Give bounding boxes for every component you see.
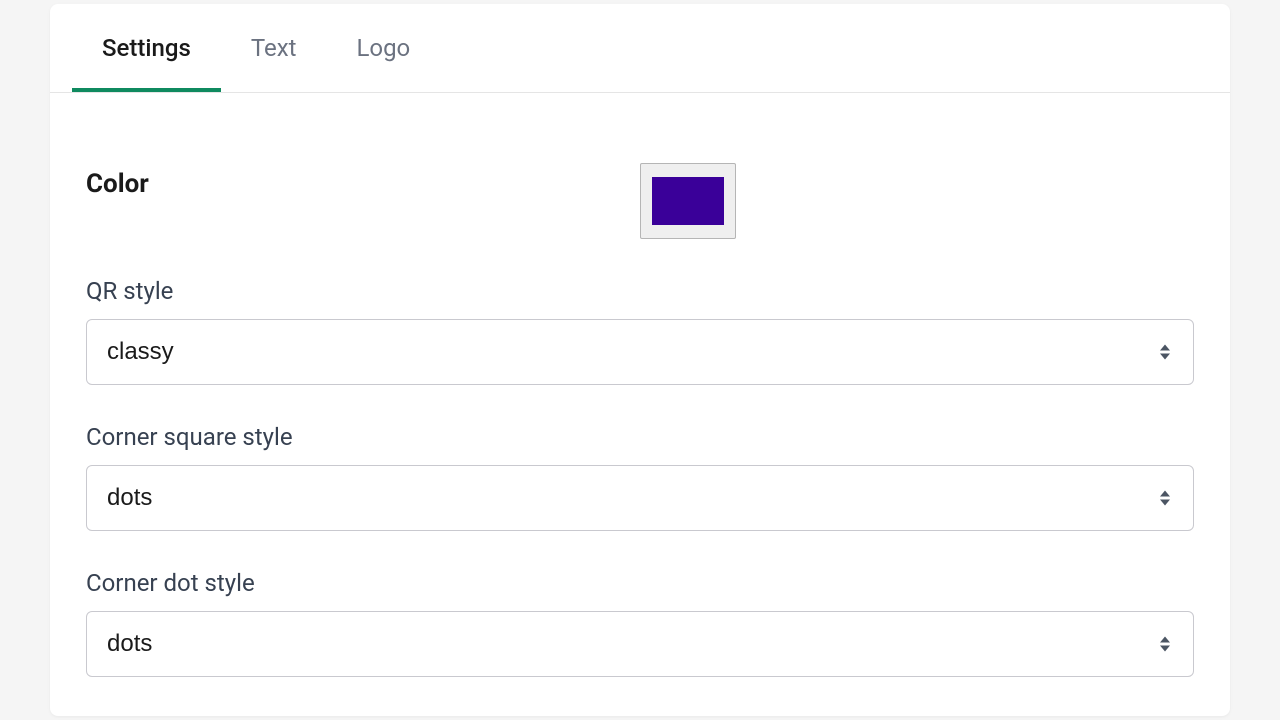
tab-logo[interactable]: Logo [326, 4, 440, 92]
color-row: Color [86, 163, 1194, 239]
settings-card: Settings Text Logo Color QR style classy [50, 4, 1230, 716]
corner-square-style-select[interactable]: dots [86, 465, 1194, 531]
corner-square-style-select-wrap: dots [86, 465, 1194, 531]
qr-style-select[interactable]: classy [86, 319, 1194, 385]
tab-settings[interactable]: Settings [72, 4, 221, 92]
tab-text[interactable]: Text [221, 4, 327, 92]
form-content: Color QR style classy Corner square styl… [50, 163, 1230, 707]
corner-square-style-field: Corner square style dots [86, 423, 1194, 531]
corner-dot-style-label: Corner dot style [86, 569, 1194, 597]
tabs: Settings Text Logo [50, 4, 1230, 93]
qr-style-select-wrap: classy [86, 319, 1194, 385]
corner-dot-style-select[interactable]: dots [86, 611, 1194, 677]
qr-style-label: QR style [86, 277, 1194, 305]
color-swatch-value [652, 177, 724, 225]
color-swatch-container [640, 163, 1194, 239]
corner-dot-style-field: Corner dot style dots [86, 569, 1194, 677]
qr-style-field: QR style classy [86, 277, 1194, 385]
color-label: Color [86, 163, 640, 199]
color-picker[interactable] [640, 163, 736, 239]
corner-square-style-label: Corner square style [86, 423, 1194, 451]
corner-dot-style-select-wrap: dots [86, 611, 1194, 677]
